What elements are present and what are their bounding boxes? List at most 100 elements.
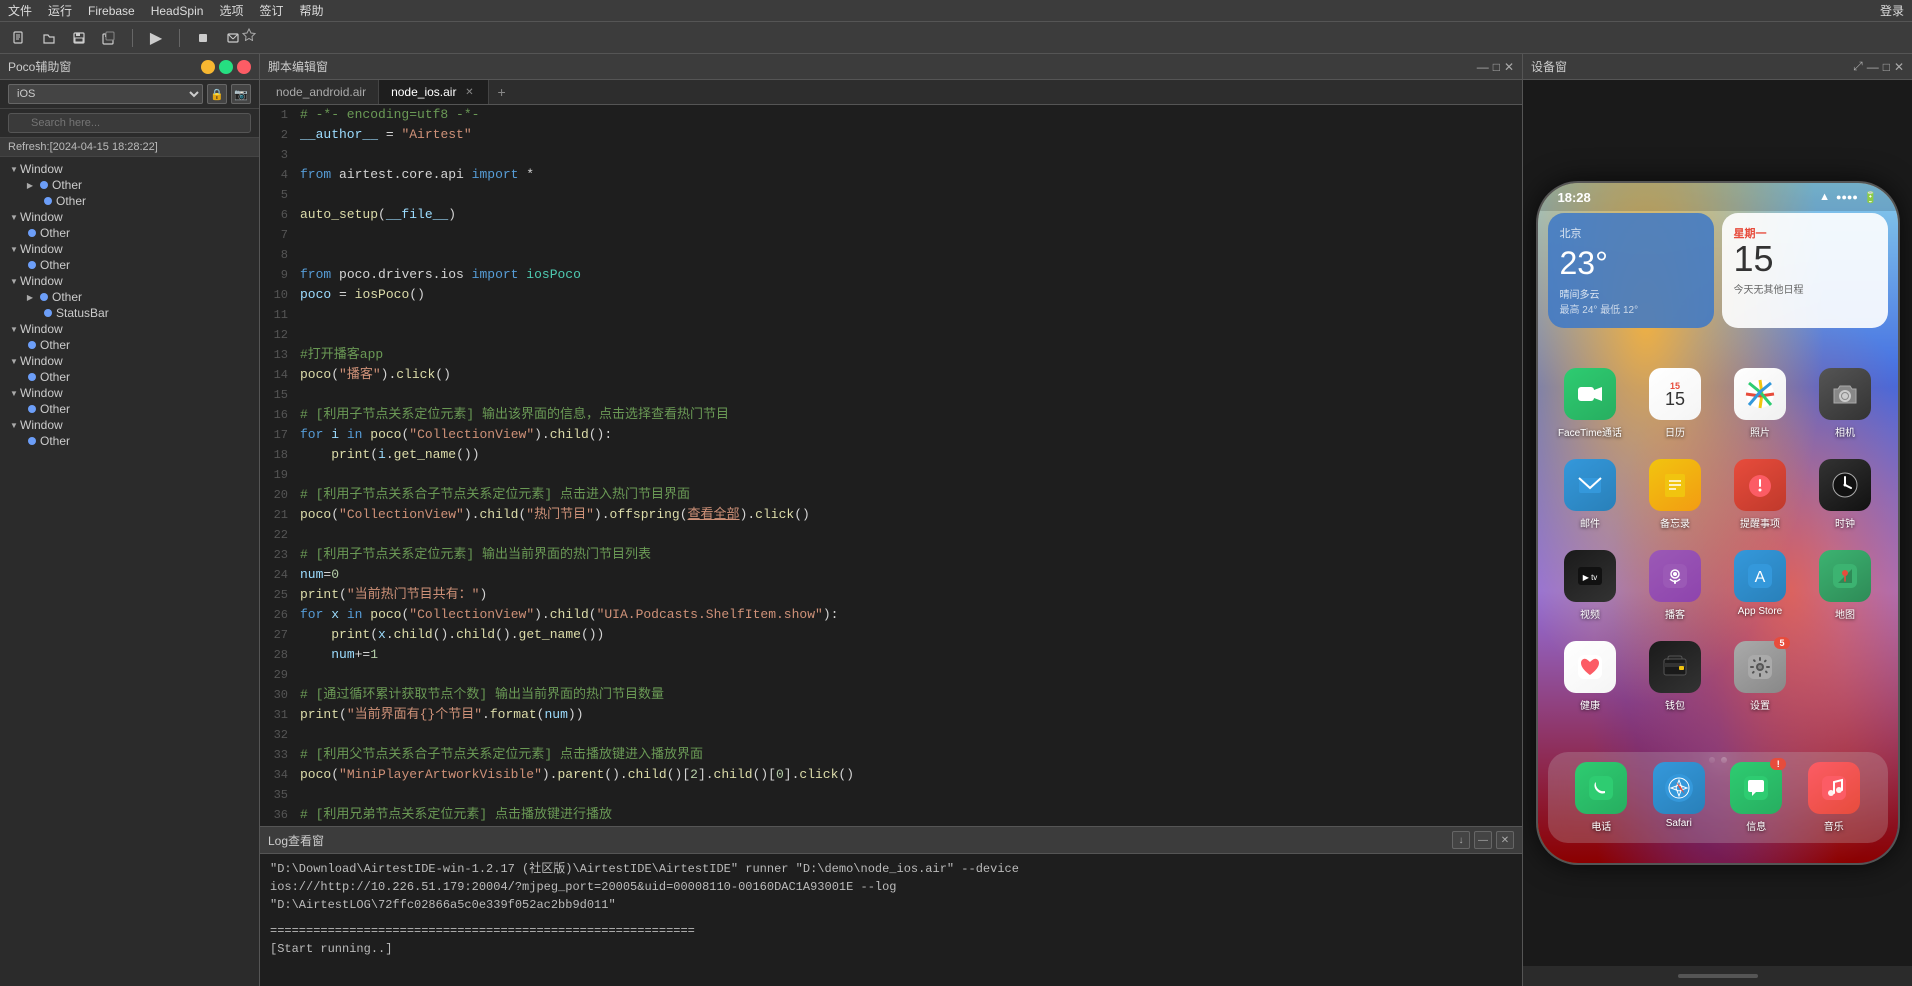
tree-item[interactable]: ▼ Window xyxy=(0,321,259,337)
tab-android[interactable]: node_android.air xyxy=(264,80,379,104)
device-maximize-btn[interactable]: □ xyxy=(1883,59,1890,74)
tab-close-btn[interactable]: ✕ xyxy=(462,85,476,99)
code-line-15: 15 xyxy=(260,385,1522,405)
open-button[interactable] xyxy=(38,27,60,49)
code-line-29: 29 xyxy=(260,665,1522,685)
messages-icon: ! xyxy=(1730,762,1782,814)
app-facetime[interactable]: FaceTime通话 xyxy=(1558,368,1622,439)
reminders-icon xyxy=(1734,459,1786,511)
ios-screen[interactable]: 18:28 ▲ ●●●● 🔋 北京 23° 晴间多云 xyxy=(1538,183,1898,863)
calendar-top: 星期一 15 xyxy=(1734,225,1876,277)
app-calendar[interactable]: 15 15 日历 xyxy=(1643,368,1707,439)
app-reminders[interactable]: 提醒事项 xyxy=(1728,459,1792,530)
app-mail[interactable]: 邮件 xyxy=(1558,459,1622,530)
tree-item[interactable]: Other xyxy=(0,369,259,385)
device-expand-btn[interactable]: ⤢ xyxy=(1853,59,1863,74)
tree-item[interactable]: Other xyxy=(0,401,259,417)
dock-phone[interactable]: 电话 xyxy=(1569,762,1633,833)
tree-item[interactable]: Other xyxy=(0,337,259,353)
calendar-icon: 15 15 xyxy=(1649,368,1701,420)
tree-item[interactable]: Other xyxy=(0,193,259,209)
editor-maximize-btn[interactable]: □ xyxy=(1493,60,1500,74)
run-button[interactable]: ▶ xyxy=(145,27,167,49)
app-settings[interactable]: 5 设置 xyxy=(1728,641,1792,712)
save-button[interactable] xyxy=(68,27,90,49)
node-dot xyxy=(28,405,36,413)
new-button[interactable] xyxy=(8,27,30,49)
log-content[interactable]: "D:\Download\AirtestIDE-win-1.2.17 (社区版)… xyxy=(260,854,1522,986)
log-close-btn[interactable]: ✕ xyxy=(1496,831,1514,849)
dock-safari[interactable]: Safari xyxy=(1647,762,1711,833)
device-lock-btn[interactable]: 🔒 xyxy=(207,84,227,104)
search-input[interactable] xyxy=(8,113,251,133)
login-button[interactable]: 登录 xyxy=(1880,2,1904,19)
tree-item[interactable]: ▼ Window xyxy=(0,353,259,369)
stop-button[interactable] xyxy=(192,27,214,49)
close-button[interactable] xyxy=(237,60,251,74)
menu-item-options[interactable]: 选项 xyxy=(219,2,243,19)
tree-item[interactable]: ▼ Window xyxy=(0,161,259,177)
device-close-btn[interactable]: ✕ xyxy=(1894,59,1904,74)
code-line-31: 31 print("当前界面有{}个节目".format(num)) xyxy=(260,705,1522,725)
tree-item[interactable]: StatusBar xyxy=(0,305,259,321)
phone-icon xyxy=(1575,762,1627,814)
menu-item-help[interactable]: 帮助 xyxy=(299,2,323,19)
menu-item-headspin[interactable]: HeadSpin xyxy=(151,4,204,18)
dock-messages[interactable]: ! 信息 xyxy=(1724,762,1788,833)
tree-item[interactable]: ▼ Window xyxy=(0,417,259,433)
record-button[interactable] xyxy=(222,27,244,49)
app-camera[interactable]: 相机 xyxy=(1813,368,1877,439)
editor-minimize-btn[interactable]: — xyxy=(1477,60,1489,74)
tree-item[interactable]: Other xyxy=(0,225,259,241)
menu-item-sign[interactable]: 签订 xyxy=(259,2,283,19)
tree-item[interactable]: ▼ Window xyxy=(0,241,259,257)
health-icon xyxy=(1564,641,1616,693)
wallet-label: 钱包 xyxy=(1665,697,1685,712)
tree-item[interactable]: ▼ Window xyxy=(0,273,259,289)
code-editor[interactable]: 1 # -*- encoding=utf8 -*- 2 __author__ =… xyxy=(260,105,1522,826)
maximize-button[interactable] xyxy=(219,60,233,74)
calendar-widget[interactable]: 星期一 15 今天无其他日程 xyxy=(1722,213,1888,328)
notes-icon xyxy=(1649,459,1701,511)
tree-item[interactable]: ▶ Other xyxy=(0,177,259,193)
log-minimize-btn[interactable]: — xyxy=(1474,831,1492,849)
tree-label: Window xyxy=(20,418,63,432)
app-clock[interactable]: 时钟 xyxy=(1813,459,1877,530)
menu-item-run[interactable]: 运行 xyxy=(48,2,72,19)
tree-item[interactable]: ▼ Window xyxy=(0,385,259,401)
photos-icon xyxy=(1734,368,1786,420)
dock-music[interactable]: 音乐 xyxy=(1802,762,1866,833)
device-select-dropdown[interactable]: iOS Android xyxy=(8,84,203,104)
device-capture-btn[interactable]: 📷 xyxy=(231,84,251,104)
minimize-button[interactable] xyxy=(201,60,215,74)
log-line: ios:///http://10.226.51.179:20004/?mjpeg… xyxy=(270,878,1512,896)
app-wallet[interactable]: 钱包 xyxy=(1643,641,1707,712)
app-podcasts[interactable]: 播客 xyxy=(1643,550,1707,621)
tree-item[interactable]: ▼ Window xyxy=(0,209,259,225)
log-panel: Log查看窗 ↓ — ✕ "D:\Download\AirtestIDE-win… xyxy=(260,826,1522,986)
tree-item[interactable]: ▶ Other xyxy=(0,289,259,305)
health-label: 健康 xyxy=(1580,697,1600,712)
log-scroll-btn[interactable]: ↓ xyxy=(1452,831,1470,849)
tab-ios[interactable]: node_ios.air ✕ xyxy=(379,80,489,104)
app-maps[interactable]: 地图 xyxy=(1813,550,1877,621)
tree-item[interactable]: Other xyxy=(0,257,259,273)
weather-widget[interactable]: 北京 23° 晴间多云 最高 24° 最低 12° xyxy=(1548,213,1714,328)
editor-close-btn[interactable]: ✕ xyxy=(1504,60,1514,74)
device-panel-title: 设备窗 xyxy=(1531,58,1567,75)
app-health[interactable]: 健康 xyxy=(1558,641,1622,712)
device-minimize-btn[interactable]: — xyxy=(1867,59,1879,74)
tree-label: Other xyxy=(40,258,70,272)
code-line-19: 19 xyxy=(260,465,1522,485)
app-notes[interactable]: 备忘录 xyxy=(1643,459,1707,530)
settings-icon: 5 xyxy=(1734,641,1786,693)
tree-item[interactable]: Other xyxy=(0,433,259,449)
menu-item-firebase[interactable]: Firebase xyxy=(88,4,135,18)
app-appstore[interactable]: A App Store xyxy=(1728,550,1792,621)
saveas-button[interactable] xyxy=(98,27,120,49)
add-tab-btn[interactable]: + xyxy=(489,80,513,104)
ui-tree: ▼ Window ▶ Other Other ▼ Window xyxy=(0,157,259,986)
app-appletv[interactable]: ▶ tv 视频 xyxy=(1558,550,1622,621)
menu-item-file[interactable]: 文件 xyxy=(8,2,32,19)
app-photos[interactable]: 照片 xyxy=(1728,368,1792,439)
